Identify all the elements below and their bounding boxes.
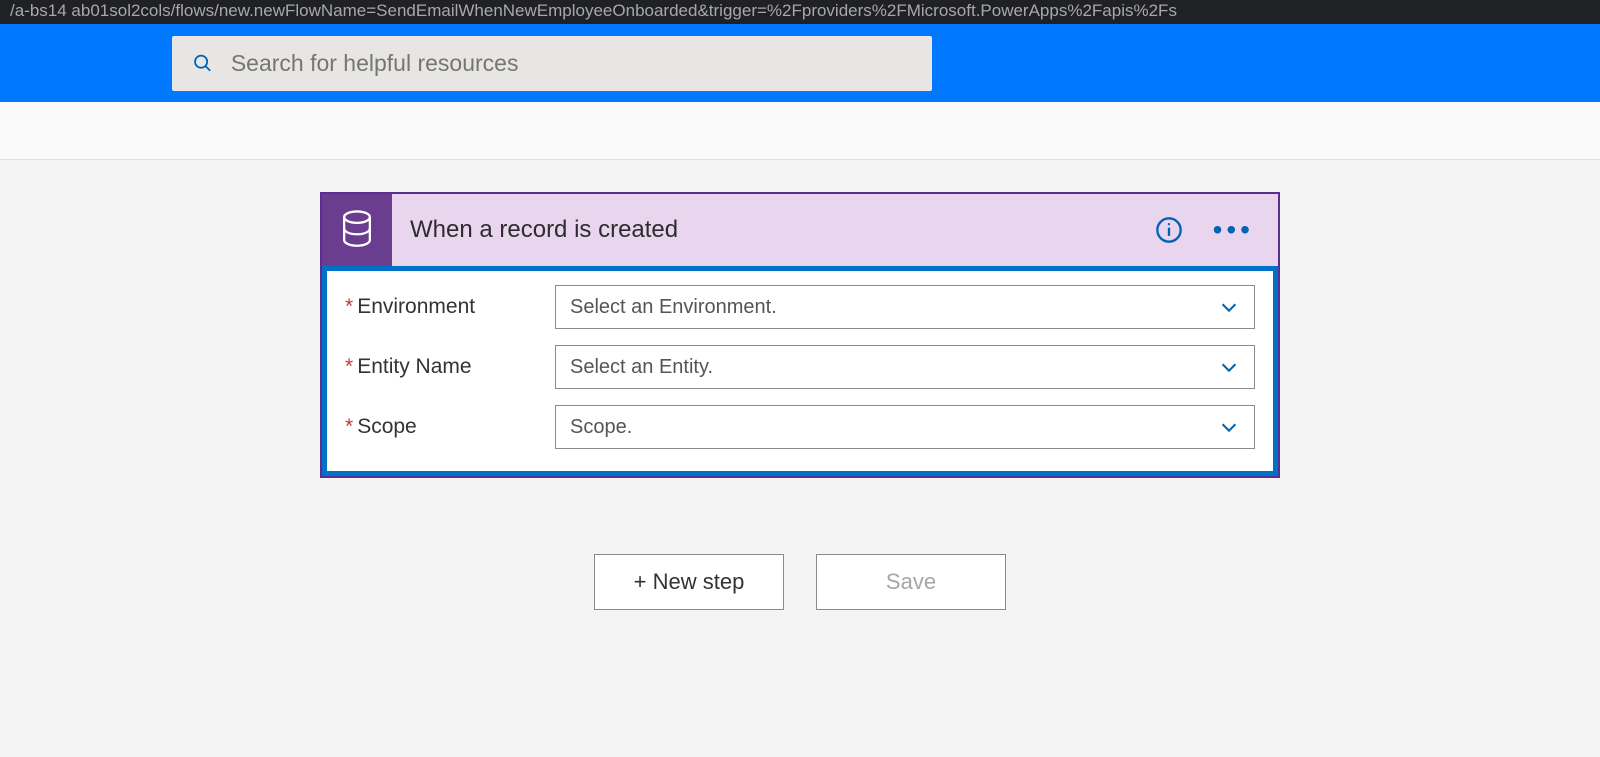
entity-dropdown[interactable]: Select an Entity.: [555, 345, 1255, 389]
command-bar: [0, 102, 1600, 160]
info-icon[interactable]: [1155, 216, 1183, 244]
trigger-parameters: *Environment Select an Environment. *Ent…: [322, 266, 1278, 476]
field-row-entity: *Entity Name Select an Entity.: [345, 345, 1255, 389]
trigger-title: When a record is created: [392, 216, 1155, 244]
environment-placeholder: Select an Environment.: [570, 296, 777, 319]
url-text: /a-bs14 ab01sol2cols/flows/new.newFlowNa…: [10, 1, 1177, 20]
field-row-scope: *Scope Scope.: [345, 405, 1255, 449]
new-step-button[interactable]: + New step: [594, 554, 784, 610]
field-label-entity: *Entity Name: [345, 355, 555, 379]
field-label-scope: *Scope: [345, 415, 555, 439]
required-asterisk: *: [345, 355, 353, 378]
search-box[interactable]: [172, 36, 932, 91]
search-input[interactable]: [231, 50, 912, 77]
required-asterisk: *: [345, 415, 353, 438]
scope-placeholder: Scope.: [570, 416, 632, 439]
search-icon: [192, 52, 213, 74]
more-menu-icon[interactable]: •••: [1213, 214, 1254, 246]
connector-icon-box: [322, 194, 392, 266]
trigger-card: When a record is created ••• *Environmen…: [320, 192, 1280, 478]
chevron-down-icon: [1218, 296, 1240, 318]
address-bar: /a-bs14 ab01sol2cols/flows/new.newFlowNa…: [0, 0, 1600, 24]
top-banner: [0, 24, 1600, 102]
entity-placeholder: Select an Entity.: [570, 356, 713, 379]
scope-dropdown[interactable]: Scope.: [555, 405, 1255, 449]
chevron-down-icon: [1218, 356, 1240, 378]
field-label-environment: *Environment: [345, 295, 555, 319]
header-actions: •••: [1155, 214, 1278, 246]
flow-designer: When a record is created ••• *Environmen…: [0, 160, 1600, 610]
chevron-down-icon: [1218, 416, 1240, 438]
save-button[interactable]: Save: [816, 554, 1006, 610]
environment-dropdown[interactable]: Select an Environment.: [555, 285, 1255, 329]
required-asterisk: *: [345, 295, 353, 318]
trigger-card-header[interactable]: When a record is created •••: [322, 194, 1278, 266]
field-row-environment: *Environment Select an Environment.: [345, 285, 1255, 329]
action-buttons: + New step Save: [594, 554, 1006, 610]
database-icon: [339, 210, 375, 250]
